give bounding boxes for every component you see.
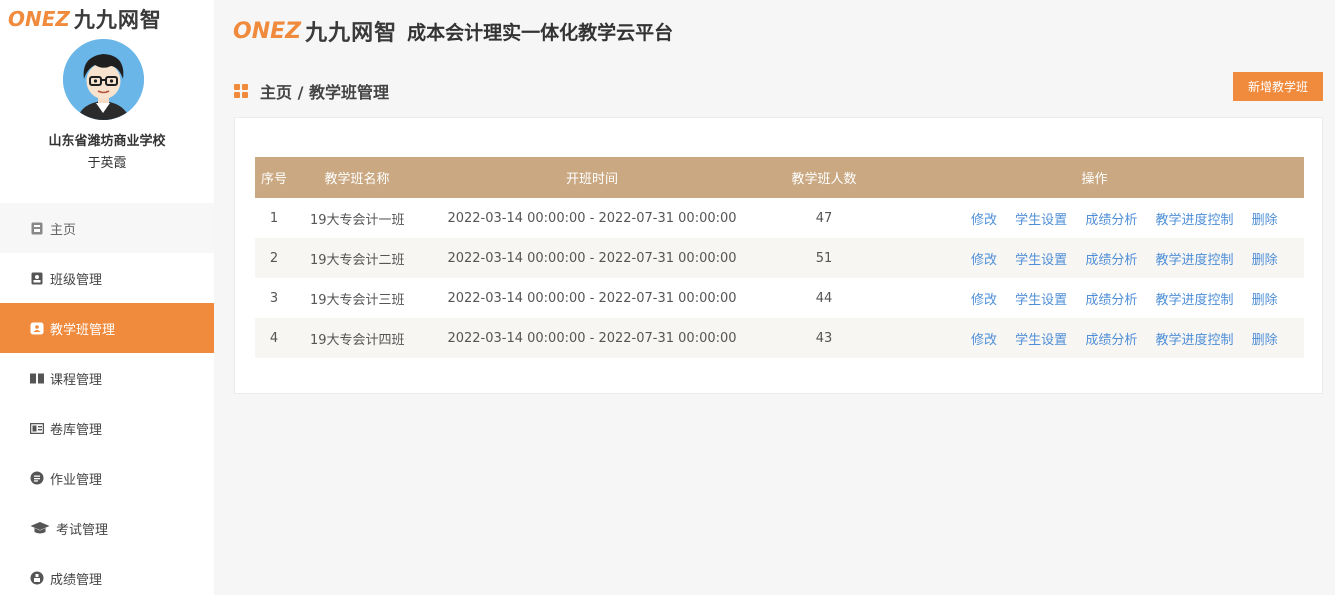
breadcrumb-text: 主页 / 教学班管理: [260, 83, 389, 102]
sidebar-item-label: 班级管理: [50, 272, 103, 288]
cell-ops: 修改 学生设置 成绩分析 教学进度控制 删除: [885, 198, 1304, 238]
header-ops: 操作: [1081, 172, 1108, 187]
cell-no: 3: [269, 290, 279, 306]
cell-name: 19大专会计四班: [310, 332, 405, 348]
edit-link[interactable]: 修改: [971, 213, 997, 228]
logo-latin: ONEZ: [8, 7, 70, 31]
sidebar-item-label: 成绩管理: [50, 572, 103, 588]
main-panel: 序号 教学班名称 开班时间 教学班人数 操作 1 19大专会计一班 2022-0…: [234, 117, 1323, 394]
avatar-cartoon-icon: [63, 39, 144, 120]
score-icon: [30, 571, 44, 585]
edit-link[interactable]: 修改: [971, 333, 997, 348]
user-name: 于英霞: [87, 156, 127, 171]
book-icon: [30, 371, 44, 385]
sidebar-item-homework[interactable]: 作业管理: [0, 453, 214, 503]
score-analysis-link[interactable]: 成绩分析: [1085, 213, 1137, 228]
delete-link[interactable]: 删除: [1252, 213, 1278, 228]
sidebar: ONEZ 九九网智 山东省潍坊商业学校 于英霞 主页 班级管理 教学班管理 课程…: [0, 0, 214, 595]
homework-icon: [30, 471, 44, 485]
cell-name: 19大专会计二班: [310, 252, 405, 268]
cell-count: 47: [815, 210, 833, 226]
logo-cn: 九九网智: [73, 8, 162, 32]
progress-control-link[interactable]: 教学进度控制: [1155, 253, 1233, 268]
school-name: 山东省潍坊商业学校: [48, 134, 166, 149]
score-analysis-link[interactable]: 成绩分析: [1085, 293, 1137, 308]
edit-link[interactable]: 修改: [971, 253, 997, 268]
sidebar-item-course[interactable]: 课程管理: [0, 353, 214, 403]
sidebar-item-label: 课程管理: [50, 372, 103, 388]
table-row: 3 19大专会计三班 2022-03-14 00:00:00 - 2022-07…: [255, 278, 1304, 318]
sidebar-item-paper-bank[interactable]: 卷库管理: [0, 403, 214, 453]
student-settings-link[interactable]: 学生设置: [1015, 253, 1067, 268]
teaching-class-icon: [30, 321, 44, 335]
header-no: 序号: [260, 172, 287, 187]
grid-icon: [234, 84, 248, 98]
cell-ops: 修改 学生设置 成绩分析 教学进度控制 删除: [885, 318, 1304, 358]
table-row: 1 19大专会计一班 2022-03-14 00:00:00 - 2022-07…: [255, 198, 1304, 238]
header-logo: ONEZ 九九网智 成本会计理实一体化教学云平台: [233, 16, 674, 47]
cell-no: 2: [269, 250, 279, 266]
student-settings-link[interactable]: 学生设置: [1015, 213, 1067, 228]
breadcrumb: 主页 / 教学班管理: [234, 80, 389, 102]
cell-no: 1: [269, 210, 279, 226]
delete-link[interactable]: 删除: [1252, 253, 1278, 268]
header-time: 开班时间: [565, 172, 618, 187]
sidebar-menu: 主页 班级管理 教学班管理 课程管理 卷库管理 作业管理 考试管理 成绩管理: [0, 203, 214, 595]
sidebar-item-exam[interactable]: 考试管理: [0, 503, 214, 553]
cell-ops: 修改 学生设置 成绩分析 教学进度控制 删除: [885, 278, 1304, 318]
cell-name: 19大专会计三班: [310, 292, 405, 308]
header-count: 教学班人数: [791, 172, 857, 187]
header-logo-cn: 九九网智: [305, 21, 398, 46]
cell-no: 4: [269, 330, 279, 346]
sidebar-item-label: 卷库管理: [50, 422, 103, 438]
sidebar-item-class[interactable]: 班级管理: [0, 253, 214, 303]
cell-time: 2022-03-14 00:00:00 - 2022-07-31 00:00:0…: [447, 330, 737, 346]
student-settings-link[interactable]: 学生设置: [1015, 333, 1067, 348]
cell-time: 2022-03-14 00:00:00 - 2022-07-31 00:00:0…: [447, 210, 737, 226]
cell-time: 2022-03-14 00:00:00 - 2022-07-31 00:00:0…: [447, 290, 737, 306]
home-icon: [30, 221, 44, 235]
cell-time: 2022-03-14 00:00:00 - 2022-07-31 00:00:0…: [447, 250, 737, 266]
platform-title: 成本会计理实一体化教学云平台: [407, 21, 674, 44]
progress-control-link[interactable]: 教学进度控制: [1155, 333, 1233, 348]
cell-count: 43: [815, 330, 833, 346]
teaching-class-table: 序号 教学班名称 开班时间 教学班人数 操作 1 19大专会计一班 2022-0…: [255, 157, 1304, 358]
progress-control-link[interactable]: 教学进度控制: [1155, 213, 1233, 228]
sidebar-logo: ONEZ 九九网智: [8, 6, 162, 32]
header-logo-latin: ONEZ: [233, 18, 302, 44]
class-icon: [30, 271, 44, 285]
cell-name: 19大专会计一班: [310, 212, 405, 228]
delete-link[interactable]: 删除: [1252, 293, 1278, 308]
sidebar-item-score[interactable]: 成绩管理: [0, 553, 214, 595]
header-name: 教学班名称: [324, 172, 390, 187]
delete-link[interactable]: 删除: [1252, 333, 1278, 348]
sidebar-item-label: 作业管理: [50, 472, 103, 488]
sidebar-item-home[interactable]: 主页: [0, 203, 214, 253]
score-analysis-link[interactable]: 成绩分析: [1085, 333, 1137, 348]
graduation-cap-icon: [30, 521, 50, 535]
cell-count: 44: [815, 290, 833, 306]
table-row: 4 19大专会计四班 2022-03-14 00:00:00 - 2022-07…: [255, 318, 1304, 358]
cell-ops: 修改 学生设置 成绩分析 教学进度控制 删除: [885, 238, 1304, 278]
table-header-row: 序号 教学班名称 开班时间 教学班人数 操作: [255, 157, 1304, 198]
paper-icon: [30, 421, 44, 435]
cell-count: 51: [815, 250, 833, 266]
add-teaching-class-button[interactable]: 新增教学班: [1233, 72, 1323, 101]
sidebar-item-label: 教学班管理: [50, 322, 116, 338]
sidebar-item-teaching-class[interactable]: 教学班管理: [0, 303, 214, 353]
sidebar-item-label: 主页: [50, 222, 77, 238]
edit-link[interactable]: 修改: [971, 293, 997, 308]
table-row: 2 19大专会计二班 2022-03-14 00:00:00 - 2022-07…: [255, 238, 1304, 278]
score-analysis-link[interactable]: 成绩分析: [1085, 253, 1137, 268]
progress-control-link[interactable]: 教学进度控制: [1155, 293, 1233, 308]
student-settings-link[interactable]: 学生设置: [1015, 293, 1067, 308]
sidebar-item-label: 考试管理: [56, 522, 109, 538]
avatar: [63, 39, 144, 120]
